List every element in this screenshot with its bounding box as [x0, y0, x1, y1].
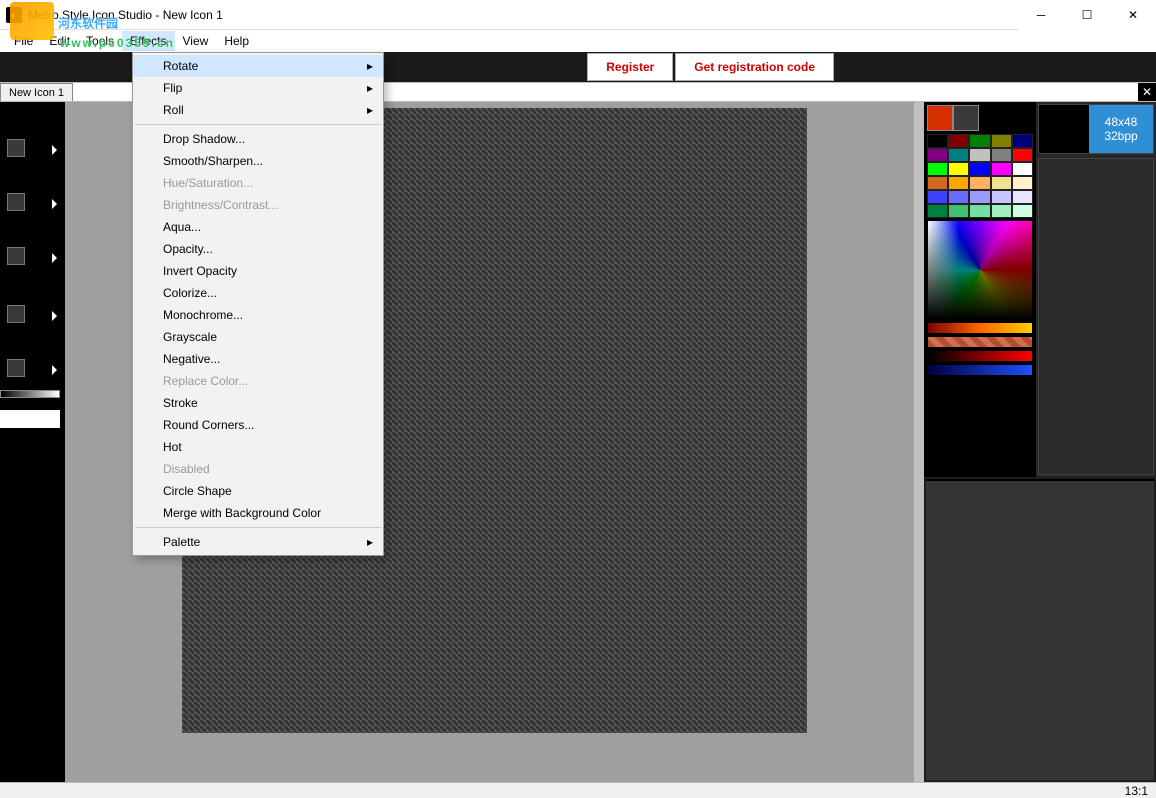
submenu-arrow-icon: ▸ — [367, 535, 373, 549]
effects-hot[interactable]: Hot — [133, 436, 383, 458]
get-registration-code-button[interactable]: Get registration code — [675, 53, 834, 81]
rail-slider[interactable] — [0, 390, 60, 398]
canvas-scrollbar[interactable] — [914, 102, 924, 782]
color-picker[interactable] — [927, 220, 1033, 320]
format-preview-icon — [1039, 105, 1089, 153]
rail-tool-2[interactable] — [6, 192, 58, 210]
effects-grayscale[interactable]: Grayscale — [133, 326, 383, 348]
effects-drop-shadow[interactable]: Drop Shadow... — [133, 128, 383, 150]
menu-effects[interactable]: Effects — [122, 31, 174, 51]
menubar: File Edit Tools Effects View Help — [0, 30, 1156, 52]
tab-new-icon-1[interactable]: New Icon 1 — [0, 83, 73, 101]
effects-smooth-sharpen[interactable]: Smooth/Sharpen... — [133, 150, 383, 172]
palette-column — [924, 102, 1036, 477]
rail-tool-1[interactable] — [6, 138, 58, 156]
app-icon — [6, 7, 22, 23]
rail-tool-4[interactable] — [6, 304, 58, 322]
effects-circle-shape[interactable]: Circle Shape — [133, 480, 383, 502]
submenu-arrow-icon: ▸ — [367, 59, 373, 73]
effects-stroke[interactable]: Stroke — [133, 392, 383, 414]
rail-tool-3[interactable] — [6, 246, 58, 264]
bg-color-swatch[interactable] — [953, 105, 979, 131]
menu-file[interactable]: File — [6, 31, 41, 51]
effects-opacity[interactable]: Opacity... — [133, 238, 383, 260]
effects-hue-saturation: Hue/Saturation... — [133, 172, 383, 194]
fg-color-swatch[interactable] — [927, 105, 953, 131]
submenu-arrow-icon: ▸ — [367, 103, 373, 117]
format-bpp: 32bpp — [1104, 129, 1137, 143]
effects-replace-color: Replace Color... — [133, 370, 383, 392]
effects-monochrome[interactable]: Monochrome... — [133, 304, 383, 326]
window-title: Metro Style Icon Studio - New Icon 1 — [28, 8, 223, 22]
palette-grid[interactable] — [927, 134, 1033, 218]
effects-negative[interactable]: Negative... — [133, 348, 383, 370]
effects-disabled: Disabled — [133, 458, 383, 480]
rail-tool-5[interactable] — [6, 358, 58, 376]
register-button[interactable]: Register — [587, 53, 673, 81]
zoom-level: 13:1 — [1125, 784, 1148, 798]
tab-close-icon[interactable]: ✕ — [1138, 83, 1156, 101]
format-list[interactable] — [1038, 158, 1154, 475]
close-button[interactable]: ✕ — [1110, 0, 1156, 30]
effects-colorize[interactable]: Colorize... — [133, 282, 383, 304]
window-buttons: ─ ☐ ✕ — [1018, 0, 1156, 30]
submenu-arrow-icon: ▸ — [367, 81, 373, 95]
effects-aqua[interactable]: Aqua... — [133, 216, 383, 238]
effects-merge-bg[interactable]: Merge with Background Color — [133, 502, 383, 524]
effects-dropdown: Rotate▸ Flip▸ Roll▸ Drop Shadow... Smoot… — [132, 52, 384, 556]
menu-tools[interactable]: Tools — [78, 31, 122, 51]
format-box[interactable]: 48x48 32bpp — [1038, 104, 1154, 154]
gradient-blue[interactable] — [927, 364, 1033, 376]
format-info: 48x48 32bpp — [1089, 105, 1153, 153]
rail-checker[interactable] — [0, 410, 60, 428]
menu-view[interactable]: View — [175, 31, 217, 51]
effects-rotate[interactable]: Rotate▸ — [133, 55, 383, 77]
effects-round-corners[interactable]: Round Corners... — [133, 414, 383, 436]
icon-preview-area — [926, 479, 1154, 780]
effects-roll[interactable]: Roll▸ — [133, 99, 383, 121]
left-tool-rail — [0, 102, 65, 782]
format-size: 48x48 — [1105, 115, 1138, 129]
titlebar: Metro Style Icon Studio - New Icon 1 ─ ☐… — [0, 0, 1156, 30]
preview-column: 48x48 32bpp — [1036, 102, 1156, 477]
effects-invert-opacity[interactable]: Invert Opacity — [133, 260, 383, 282]
effects-flip[interactable]: Flip▸ — [133, 77, 383, 99]
minimize-button[interactable]: ─ — [1018, 0, 1064, 30]
gradient-alpha[interactable] — [927, 350, 1033, 362]
gradient-hue[interactable] — [927, 322, 1033, 334]
menu-help[interactable]: Help — [216, 31, 257, 51]
right-panel: 48x48 32bpp — [924, 102, 1156, 782]
gradient-brick[interactable] — [927, 336, 1033, 348]
effects-brightness-contrast: Brightness/Contrast... — [133, 194, 383, 216]
effects-palette[interactable]: Palette▸ — [133, 531, 383, 553]
maximize-button[interactable]: ☐ — [1064, 0, 1110, 30]
menu-edit[interactable]: Edit — [41, 31, 78, 51]
statusbar: 13:1 — [0, 782, 1156, 798]
